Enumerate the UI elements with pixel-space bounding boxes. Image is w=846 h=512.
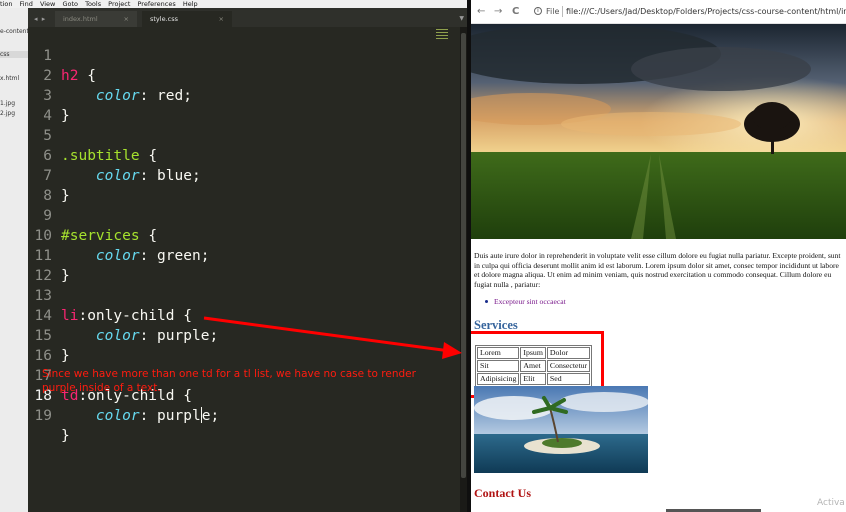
tab-label: index.html: [63, 15, 98, 23]
code-line: 5 .subtitle {: [28, 106, 157, 164]
url-field[interactable]: file:///C:/Users/Jad/Desktop/Folders/Pro…: [566, 7, 846, 17]
info-icon[interactable]: i: [534, 7, 542, 15]
code-line: 15 }: [28, 306, 70, 364]
sidebar-item-image-2[interactable]: 2.jpg: [0, 110, 15, 117]
code-line: 3 }: [28, 66, 69, 124]
landscape-image: [471, 24, 846, 239]
code-line: 8: [28, 166, 63, 204]
file-sidebar: e-content css x.html 1.jpg 2.jpg: [0, 8, 28, 512]
code-line: 4: [28, 86, 63, 124]
code-value: purple: [157, 328, 210, 344]
tab-dropdown-icon[interactable]: ▼: [459, 11, 464, 27]
file-label: File: [546, 7, 560, 16]
code-selector: h2: [61, 68, 79, 84]
tab-bar: ◂ ▸ index.html × style.css × ▼: [28, 8, 470, 27]
code-line: 1 h2 {: [28, 27, 96, 84]
code-editor[interactable]: 1 h2 { 2 color: red; 3 } 4 5 .subtitle {…: [28, 27, 470, 512]
tab-label: style.css: [150, 15, 178, 23]
menu-item-project[interactable]: Project: [108, 0, 130, 8]
bullet-list: Excepteur sint occaecat: [485, 297, 566, 306]
forward-icon[interactable]: →: [494, 6, 502, 18]
menu-bar: tion Find View Goto Tools Project Prefer…: [0, 0, 470, 8]
menu-item-help[interactable]: Help: [183, 0, 198, 8]
sidebar-item-project-folder[interactable]: e-content: [0, 28, 28, 35]
tab-index-html[interactable]: index.html ×: [55, 11, 137, 27]
list-item: Excepteur sint occaecat: [494, 297, 566, 306]
back-icon[interactable]: ←: [477, 6, 485, 18]
code-line: 2 color: red;: [28, 46, 192, 104]
bullet-icon: [485, 300, 488, 303]
annotation-note: Since we have more than one td for a tl …: [42, 368, 416, 394]
activate-watermark: Activa: [817, 498, 845, 508]
menu-item-goto[interactable]: Goto: [62, 0, 78, 8]
address-bar: ← → C i File file:///C:/Users/Jad/Deskto…: [471, 0, 846, 24]
code-line: 11 }: [28, 226, 70, 284]
menu-item-tools[interactable]: Tools: [85, 0, 101, 8]
code-line: 10 color: green;: [28, 206, 210, 264]
code-line: 6 color: blue;: [28, 126, 200, 184]
code-line: 14 color: purple;: [28, 286, 219, 344]
editor-scrollbar[interactable]: [460, 27, 467, 512]
code-pseudo: :only-child: [78, 308, 175, 324]
code-value: red: [157, 88, 184, 104]
island-image: [474, 386, 648, 473]
menu-item-preferences[interactable]: Preferences: [138, 0, 176, 8]
code-property: color: [95, 248, 140, 264]
sidebar-item-css[interactable]: css: [0, 51, 28, 58]
code-line: 13 li:only-child {: [28, 266, 192, 324]
browser-window: ← → C i File file:///C:/Users/Jad/Deskto…: [471, 0, 846, 512]
menu-item-selection[interactable]: tion: [0, 0, 12, 8]
code-line: 7 }: [28, 146, 69, 204]
close-icon[interactable]: ×: [219, 11, 224, 27]
reload-icon[interactable]: C: [512, 6, 519, 18]
code-line: 16: [28, 326, 63, 364]
code-value: purpl: [157, 408, 201, 424]
menu-item-view[interactable]: View: [40, 0, 55, 8]
code-property: color: [95, 88, 140, 104]
code-property: color: [95, 408, 140, 424]
code-property: color: [95, 168, 140, 184]
code-selector: .subtitle: [61, 148, 140, 164]
code-line: 9 #services {: [28, 186, 157, 244]
code-line: 17 td:only-child {: [28, 346, 192, 404]
sidebar-item-index-html[interactable]: x.html: [0, 75, 19, 82]
scrollbar-thumb[interactable]: [461, 33, 466, 478]
tab-nav-arrows-icon[interactable]: ◂ ▸: [34, 11, 46, 27]
minimap[interactable]: [436, 29, 448, 45]
code-line: 12: [28, 246, 63, 284]
code-selector: #services: [61, 228, 140, 244]
url-separator: [562, 6, 563, 17]
lorem-paragraph: Duis aute irure dolor in reprehenderit i…: [474, 251, 841, 290]
code-selector: li: [61, 308, 79, 324]
sidebar-item-image-1[interactable]: 1.jpg: [0, 100, 15, 107]
contact-heading: Contact Us: [474, 486, 531, 500]
code-property: color: [95, 328, 140, 344]
menu-item-find[interactable]: Find: [20, 0, 33, 8]
tab-style-css[interactable]: style.css ×: [142, 11, 232, 27]
code-value: green: [157, 248, 201, 264]
line-number: 19: [34, 408, 52, 424]
code-value: blue: [157, 168, 192, 184]
close-icon[interactable]: ×: [124, 11, 129, 27]
